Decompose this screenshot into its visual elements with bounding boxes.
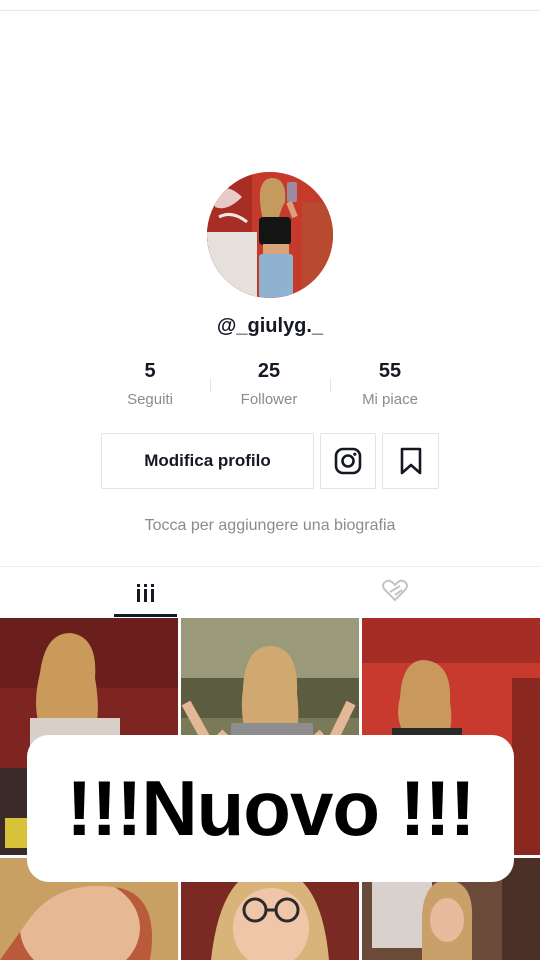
tab-videos[interactable] <box>133 578 159 604</box>
instagram-button[interactable] <box>320 433 376 489</box>
active-tab-indicator <box>114 614 177 617</box>
likes-label: Mi piace <box>362 391 418 408</box>
likes-count: 55 <box>378 360 402 382</box>
bookmark-icon <box>400 447 421 475</box>
following-count: 5 <box>144 360 156 382</box>
username: @_giulyg._ <box>216 315 324 337</box>
avatar[interactable] <box>207 172 333 298</box>
instagram-icon <box>334 447 362 475</box>
nuovo-caption-overlay: !!!Nuovo !!! <box>27 735 514 882</box>
following-label: Seguiti <box>127 391 173 408</box>
stat-following[interactable]: 5 Seguiti <box>90 360 210 408</box>
edit-profile-button[interactable]: Modifica profilo <box>101 433 314 489</box>
tab-liked[interactable] <box>381 578 409 604</box>
avatar-photo <box>207 172 333 298</box>
tabs-divider <box>0 566 540 567</box>
followers-count: 25 <box>257 360 281 382</box>
stat-followers[interactable]: 25 Follower <box>209 360 329 408</box>
favorites-button[interactable] <box>382 433 439 489</box>
grid-icon <box>137 584 154 602</box>
bio-placeholder[interactable]: Tocca per aggiungere una biografia <box>0 517 540 535</box>
liked-heart-icon <box>382 579 408 602</box>
top-divider <box>0 10 540 11</box>
stat-likes[interactable]: 55 Mi piace <box>330 360 450 408</box>
followers-label: Follower <box>240 391 298 408</box>
